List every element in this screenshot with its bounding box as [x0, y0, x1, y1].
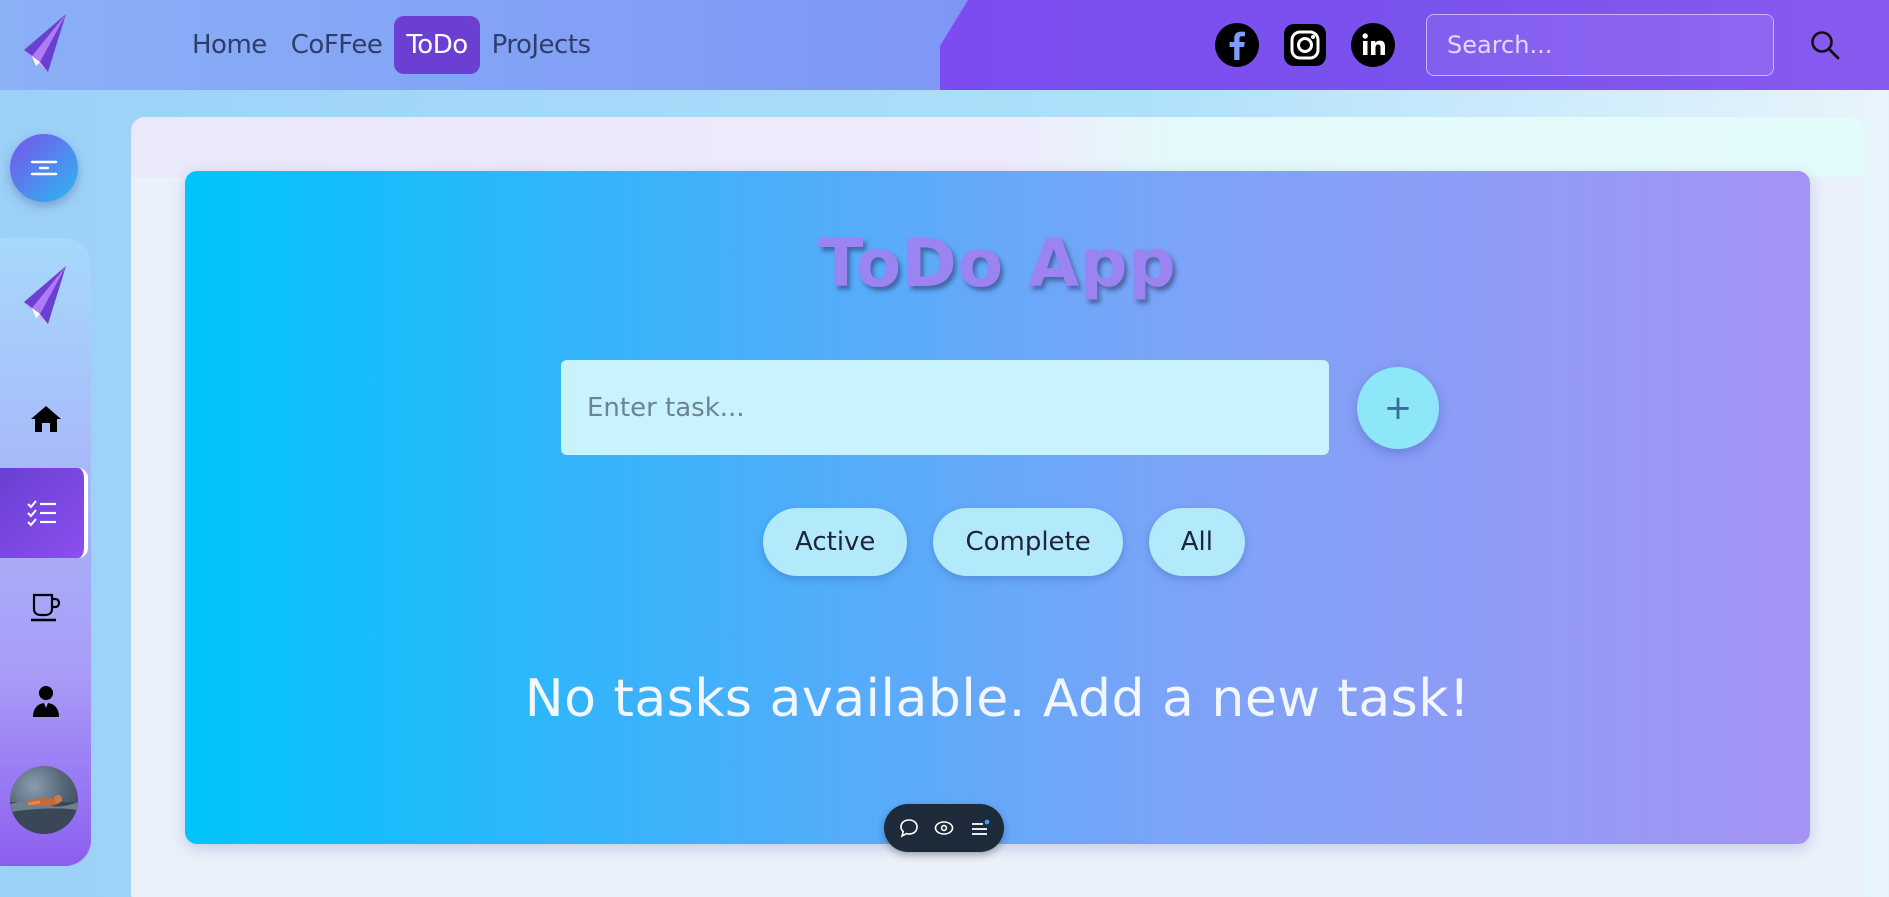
- todo-card: ToDo App + Active Complete All No tasks …: [185, 171, 1810, 844]
- menu-icon: [30, 160, 58, 176]
- plus-icon: +: [1383, 388, 1413, 428]
- comment-icon[interactable]: [898, 817, 920, 839]
- sidebar-item-home[interactable]: [0, 374, 91, 464]
- nav-home-link[interactable]: Home: [180, 16, 279, 74]
- home-icon: [30, 406, 61, 432]
- search-icon[interactable]: [1808, 28, 1842, 62]
- sidebar-item-user[interactable]: [0, 656, 91, 746]
- nav-projects-link[interactable]: ProJects: [480, 16, 603, 74]
- floating-toolbar: [884, 804, 1004, 852]
- page-title: ToDo App: [818, 225, 1177, 302]
- sidebar-logo-icon[interactable]: [18, 264, 70, 328]
- eye-icon[interactable]: [933, 817, 955, 839]
- instagram-icon[interactable]: [1282, 22, 1328, 68]
- coffee-cup-icon: [30, 593, 60, 622]
- main-nav: Home CoFFee ToDo ProJects: [180, 10, 603, 80]
- facebook-icon[interactable]: [1214, 22, 1260, 68]
- main-panel: ToDo App + Active Complete All No tasks …: [131, 117, 1864, 897]
- empty-state-message: No tasks available. Add a new task!: [524, 669, 1471, 729]
- filter-all-button[interactable]: All: [1148, 508, 1245, 576]
- nav-coffee-link[interactable]: CoFFee: [279, 16, 395, 74]
- nav-todo-link[interactable]: ToDo: [394, 16, 480, 74]
- linkedin-icon[interactable]: [1350, 22, 1396, 68]
- sidebar-item-coffee[interactable]: [0, 562, 91, 652]
- search-input[interactable]: [1426, 14, 1774, 76]
- filter-group: Active Complete All: [763, 508, 1245, 576]
- task-input[interactable]: [561, 360, 1329, 455]
- list-menu-icon[interactable]: [969, 817, 991, 839]
- user-icon: [32, 686, 59, 717]
- filter-active-button[interactable]: Active: [763, 508, 908, 576]
- sidebar: [0, 238, 91, 866]
- sidebar-toggle-button[interactable]: [10, 134, 78, 202]
- brand-logo-icon[interactable]: [18, 12, 70, 76]
- filter-complete-button[interactable]: Complete: [933, 508, 1123, 576]
- avatar[interactable]: [10, 766, 78, 834]
- sidebar-item-todo[interactable]: [0, 468, 88, 558]
- social-links: [1214, 22, 1396, 68]
- checklist-icon: [27, 500, 56, 527]
- top-navbar: Home CoFFee ToDo ProJects: [0, 0, 1889, 90]
- add-task-button[interactable]: +: [1357, 367, 1439, 449]
